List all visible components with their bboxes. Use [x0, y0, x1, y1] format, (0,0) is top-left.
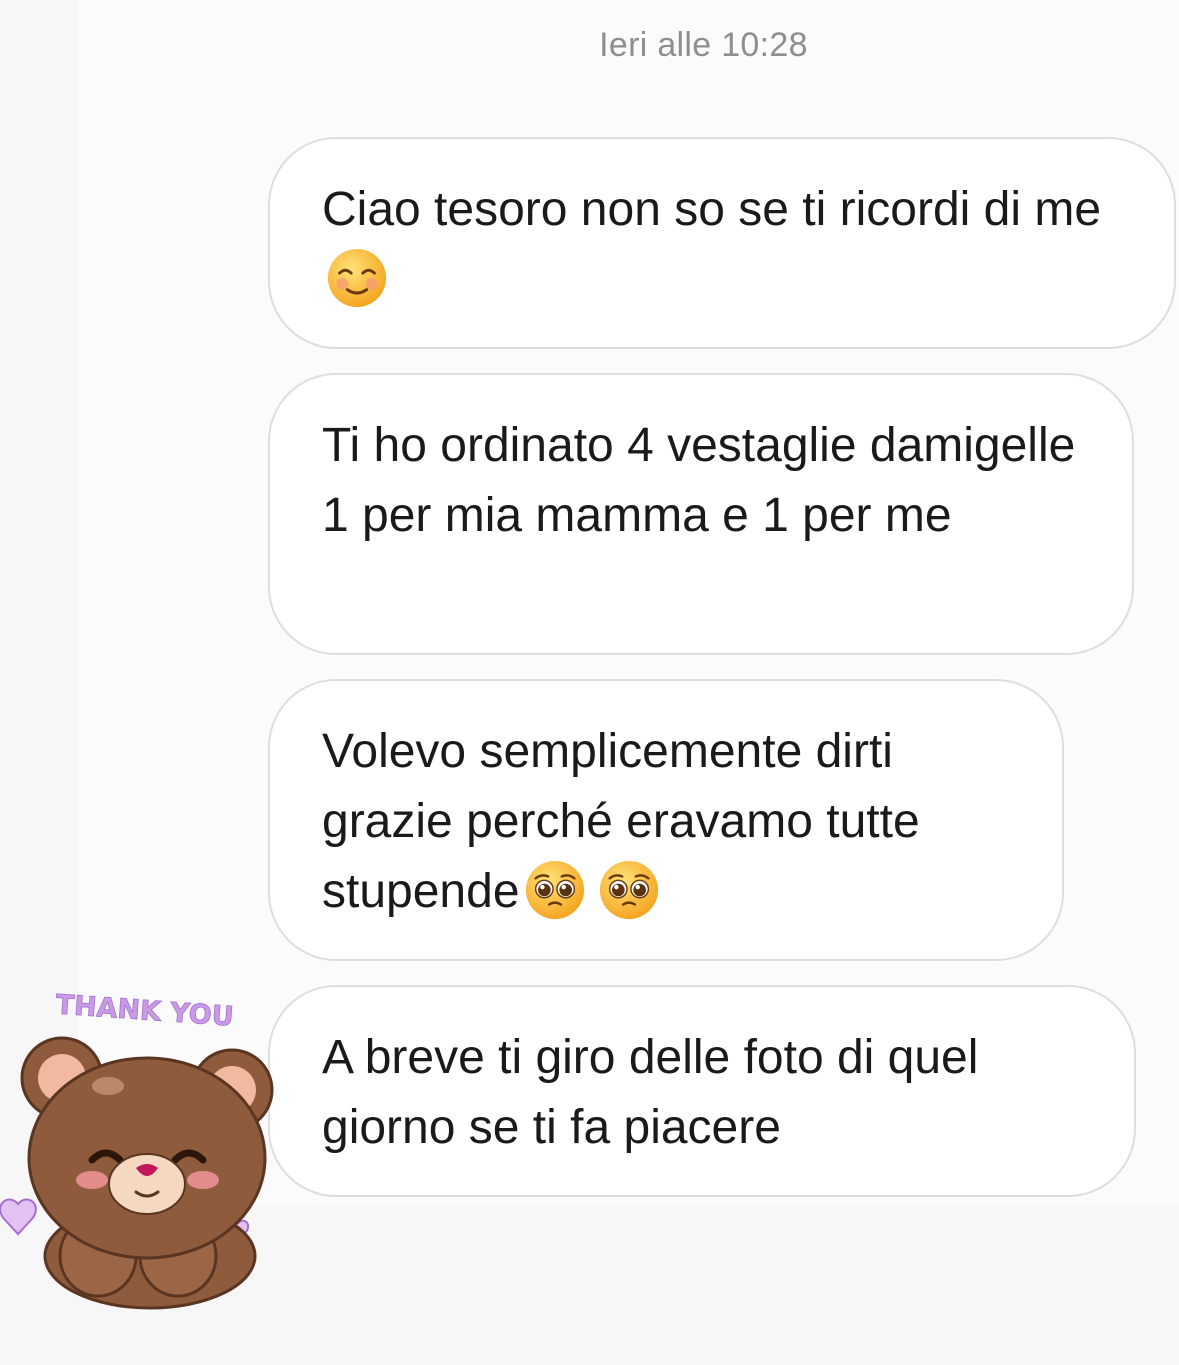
message-bubble[interactable]: Ti ho ordinato 4 vestaglie damigelle 1 p…: [268, 373, 1134, 655]
pleading-face-icon: [599, 860, 658, 920]
teddy-bear-thank-you-icon[interactable]: THANK YOU: [0, 988, 290, 1318]
sticker-caption: THANK YOU: [55, 989, 235, 1032]
message-text: A breve ti giro delle foto di quel giorn…: [322, 1031, 979, 1154]
message-text: Ciao tesoro non so se ti ricordi di me: [322, 183, 1102, 236]
message-timestamp: Ieri alle 10:28: [599, 26, 808, 64]
smiling-face-icon: [327, 248, 387, 308]
message-bubble[interactable]: Ciao tesoro non so se ti ricordi di me: [268, 137, 1176, 349]
message-bubble[interactable]: A breve ti giro delle foto di quel giorn…: [268, 985, 1136, 1197]
message-text: Ti ho ordinato 4 vestaglie damigelle 1 p…: [322, 419, 1076, 542]
message-bubble[interactable]: Volevo semplicemente dirti grazie perché…: [268, 679, 1064, 961]
pleading-face-icon: [525, 860, 584, 920]
